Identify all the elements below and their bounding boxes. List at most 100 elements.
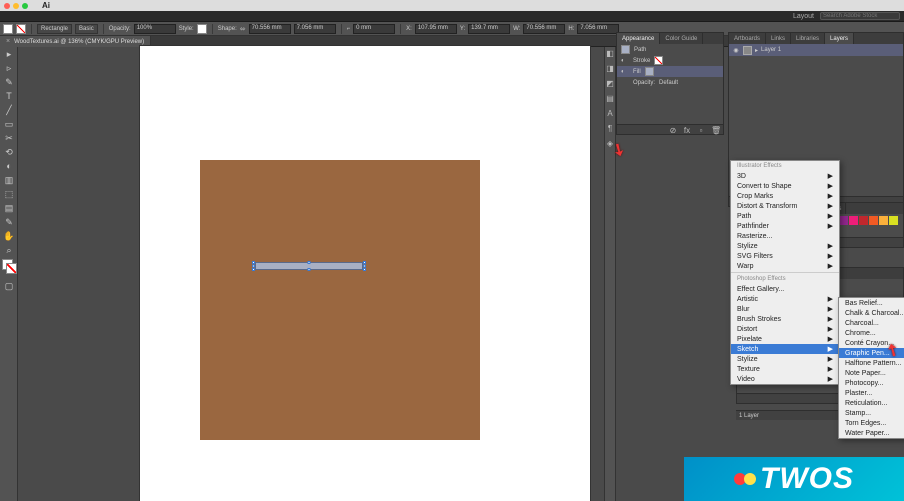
rectangle-tool[interactable]: ▭	[0, 117, 18, 131]
line-tool[interactable]: ╱	[0, 103, 18, 117]
no-icon[interactable]: ⊘	[669, 126, 677, 134]
submenu-item[interactable]: Plaster...	[839, 388, 904, 398]
gradient-tool[interactable]: ▤	[0, 201, 18, 215]
selected-rectangle[interactable]	[252, 261, 366, 271]
panel-icon[interactable]: ◧	[606, 49, 614, 58]
menu-item[interactable]: Artistic▶	[731, 294, 839, 304]
submenu-item[interactable]: Photocopy...	[839, 378, 904, 388]
menu-item[interactable]: Warp▶	[731, 261, 839, 271]
tab-layers[interactable]: Layers	[825, 33, 854, 44]
w-field[interactable]: 70.556 mm	[523, 24, 565, 34]
document-tab[interactable]: × WoodTextures.ai @ 136% (CMYK/GPU Previ…	[0, 36, 151, 47]
effects-submenu[interactable]: Bas Relief...Chalk & Charcoal...Charcoal…	[838, 297, 904, 439]
panel-icon[interactable]: ¶	[608, 124, 612, 133]
swatch[interactable]	[849, 216, 858, 225]
pen-tool[interactable]: ✎	[0, 75, 18, 89]
layer-row[interactable]: ◉ ▸ Layer 1	[729, 44, 903, 56]
brush-definition[interactable]: Basic	[75, 24, 98, 34]
trash-icon[interactable]: 🗑	[711, 126, 719, 134]
menu-item[interactable]: Distort▶	[731, 324, 839, 334]
zoom-tool[interactable]: ⌕	[0, 243, 18, 257]
menu-item[interactable]: Crop Marks▶	[731, 191, 839, 201]
panel-icon[interactable]: ◩	[606, 79, 614, 88]
zoom-icon[interactable]	[22, 3, 28, 9]
rotate-tool[interactable]: ⟲	[0, 145, 18, 159]
opacity-row-value[interactable]: Default	[659, 80, 678, 86]
panel-icon[interactable]: ▤	[606, 94, 614, 103]
window-controls[interactable]	[4, 3, 28, 9]
hand-tool[interactable]: ✋	[0, 229, 18, 243]
stroke-color-icon[interactable]	[6, 263, 17, 274]
menu-item[interactable]: Stylize▶	[731, 241, 839, 251]
scale-tool[interactable]: ◐	[0, 159, 18, 173]
submenu-item[interactable]: Water Paper...	[839, 428, 904, 438]
tab-appearance[interactable]: Appearance	[617, 33, 660, 44]
tab-libraries[interactable]: Libraries	[791, 33, 825, 44]
close-icon[interactable]	[4, 3, 10, 9]
submenu-item[interactable]: Bas Relief...	[839, 298, 904, 308]
new-icon[interactable]: ▫	[697, 126, 705, 134]
y-field[interactable]: 139.7 mm	[468, 24, 510, 34]
swatch[interactable]	[889, 216, 898, 225]
swatch[interactable]	[879, 216, 888, 225]
handle-br[interactable]	[363, 268, 366, 271]
submenu-item[interactable]: Torn Edges...	[839, 418, 904, 428]
menu-item[interactable]: Path▶	[731, 211, 839, 221]
selection-tool[interactable]: ▸	[0, 47, 18, 61]
h-field[interactable]: 7.056 mm	[577, 24, 619, 34]
menu-item[interactable]: 3D▶	[731, 171, 839, 181]
fill-row-label[interactable]: Fill	[633, 69, 641, 75]
swatch[interactable]	[839, 216, 848, 225]
minimize-icon[interactable]	[13, 3, 19, 9]
tab-links[interactable]: Links	[766, 33, 791, 44]
menu-item[interactable]: Distort & Transform▶	[731, 201, 839, 211]
shape-h-field[interactable]: 7.056 mm	[294, 24, 336, 34]
menu-item[interactable]: SVG Filters▶	[731, 251, 839, 261]
submenu-item[interactable]: Halftone Pattern...	[839, 358, 904, 368]
menu-item[interactable]: Texture▶	[731, 364, 839, 374]
fill-stroke-swatches[interactable]	[0, 259, 17, 279]
submenu-item[interactable]: Graphic Pen...	[839, 348, 904, 358]
width-tool[interactable]: ▥	[0, 173, 18, 187]
shape-builder-tool[interactable]: ⬚	[0, 187, 18, 201]
eyedropper-tool[interactable]: ✎	[0, 215, 18, 229]
stroke-none-icon[interactable]	[654, 56, 663, 65]
stroke-swatch[interactable]	[16, 24, 26, 34]
submenu-item[interactable]: Stamp...	[839, 408, 904, 418]
fx-button-icon[interactable]: fx	[683, 126, 691, 134]
link-wh-icon[interactable]: ⬄	[240, 25, 246, 33]
menu-item[interactable]: Pixelate▶	[731, 334, 839, 344]
menu-item[interactable]: Effect Gallery...	[731, 284, 839, 294]
app-name[interactable]: Ai	[42, 1, 50, 10]
type-tool[interactable]: T	[0, 89, 18, 103]
submenu-item[interactable]: Chrome...	[839, 328, 904, 338]
selection-type[interactable]: Rectangle	[37, 24, 72, 34]
panel-icon[interactable]: ◈	[607, 139, 613, 148]
effects-menu[interactable]: Illustrator Effects3D▶Convert to Shape▶C…	[730, 160, 840, 385]
swatch[interactable]	[869, 216, 878, 225]
brown-rectangle[interactable]	[200, 160, 480, 440]
swatch[interactable]	[859, 216, 868, 225]
tab-artboards[interactable]: Artboards	[729, 33, 766, 44]
submenu-item[interactable]: Charcoal...	[839, 318, 904, 328]
panel-icon[interactable]: A	[607, 109, 612, 118]
menu-item[interactable]: Blur▶	[731, 304, 839, 314]
menu-item[interactable]: Pathfinder▶	[731, 221, 839, 231]
tab-color-guide[interactable]: Color Guide	[660, 33, 703, 44]
submenu-item[interactable]: Reticulation...	[839, 398, 904, 408]
panel-icon[interactable]: ◨	[606, 64, 614, 73]
handle-bl[interactable]	[252, 268, 255, 271]
opacity-row-label[interactable]: Opacity:	[633, 80, 655, 86]
visibility-icon[interactable]: ◉	[732, 47, 740, 54]
fill-color-icon[interactable]	[645, 67, 654, 76]
scissors-tool[interactable]: ✂	[0, 131, 18, 145]
menu-item[interactable]: Convert to Shape▶	[731, 181, 839, 191]
workspace-switcher[interactable]: Layout	[793, 13, 814, 20]
handle-bm[interactable]	[308, 268, 311, 271]
menu-item[interactable]: Sketch▶	[731, 344, 839, 354]
screen-mode-icon[interactable]: ▢	[0, 279, 18, 293]
layer-name[interactable]: Layer 1	[761, 47, 781, 53]
style-swatch[interactable]	[197, 24, 207, 34]
x-field[interactable]: 107.95 mm	[415, 24, 457, 34]
submenu-item[interactable]: Chalk & Charcoal...	[839, 308, 904, 318]
